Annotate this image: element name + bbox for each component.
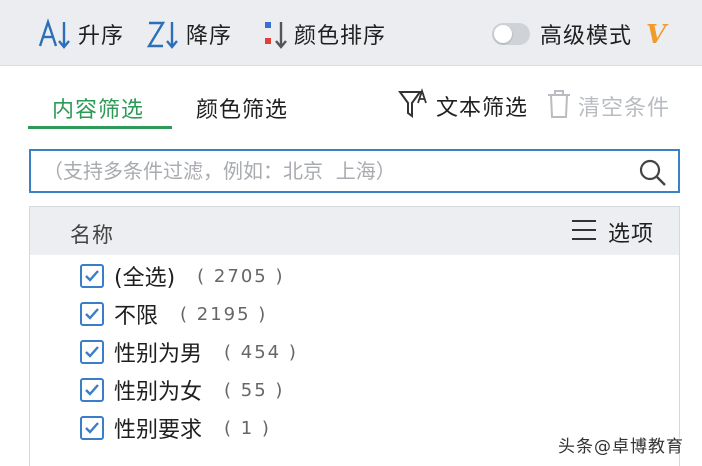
color-sort-button[interactable]: 颜色排序 (262, 18, 386, 50)
text-filter-button[interactable]: 文本筛选 (398, 88, 528, 124)
color-sort-label: 颜色排序 (294, 24, 387, 49)
checkbox-checked-icon[interactable] (80, 264, 104, 288)
list-item-label: 性别为男 (114, 342, 203, 367)
text-filter-icon (398, 87, 430, 125)
column-name-label: 名称 (70, 223, 114, 247)
checkbox-checked-icon[interactable] (80, 302, 104, 326)
advanced-mode-label: 高级模式 (540, 24, 633, 49)
toggle-knob (494, 25, 512, 43)
checkbox-checked-icon[interactable] (80, 416, 104, 440)
list-item[interactable]: 性别要求 ( 1 ) (80, 413, 271, 443)
watermark: 头条@卓博教育 (558, 437, 684, 457)
list-item-label: (全选) (114, 266, 176, 291)
tab-content-filter[interactable]: 内容筛选 (52, 92, 144, 124)
advanced-mode-toggle[interactable] (492, 23, 530, 45)
options-label: 选项 (608, 222, 655, 247)
clear-conditions-button[interactable]: 清空条件 (546, 88, 670, 124)
sort-ascending-icon (38, 18, 74, 50)
list-item-select-all[interactable]: (全选) ( 2705 ) (80, 261, 284, 291)
color-sort-icon (262, 18, 290, 50)
list-item[interactable]: 性别为男 ( 454 ) (80, 337, 298, 367)
list-item-label: 性别为女 (114, 380, 203, 405)
trash-icon (546, 88, 572, 124)
search-box (29, 149, 680, 193)
list-item[interactable]: 不限 ( 2195 ) (80, 299, 267, 329)
menu-lines-icon (570, 218, 598, 246)
sort-ascending-button[interactable]: 升序 (38, 18, 124, 50)
active-tab-indicator (28, 126, 172, 129)
sort-descending-button[interactable]: 降序 (146, 18, 232, 50)
list-item-label: 不限 (114, 304, 159, 329)
sort-ascending-label: 升序 (78, 24, 125, 49)
search-input[interactable] (43, 157, 633, 185)
sort-descending-icon (146, 18, 182, 50)
list-item-count: ( 454 ) (224, 341, 298, 363)
sort-descending-label: 降序 (186, 24, 233, 49)
vip-icon: V (646, 20, 667, 50)
advanced-mode: 高级模式 (492, 18, 632, 50)
checkbox-checked-icon[interactable] (80, 340, 104, 364)
checkbox-checked-icon[interactable] (80, 378, 104, 402)
list-item-label: 性别要求 (114, 418, 203, 443)
text-filter-label: 文本筛选 (436, 96, 529, 121)
search-icon[interactable] (638, 158, 668, 192)
value-list-panel: 名称 选项 (全选) ( 2705 ) 不限 ( 2195 ) 性别为男 ( 4… (29, 206, 680, 466)
clear-conditions-label: 清空条件 (578, 96, 671, 121)
list-item[interactable]: 性别为女 ( 55 ) (80, 375, 284, 405)
toolbar: 升序 降序 颜色排序 高级模式 V (0, 0, 702, 66)
list-item-count: ( 1 ) (224, 417, 271, 439)
list-item-count: ( 2705 ) (197, 265, 285, 287)
list-header: 名称 选项 (30, 207, 679, 255)
list-item-count: ( 2195 ) (180, 303, 268, 325)
list-item-count: ( 55 ) (224, 379, 285, 401)
tab-color-filter[interactable]: 颜色筛选 (196, 92, 288, 124)
options-button[interactable]: 选项 (570, 217, 654, 247)
